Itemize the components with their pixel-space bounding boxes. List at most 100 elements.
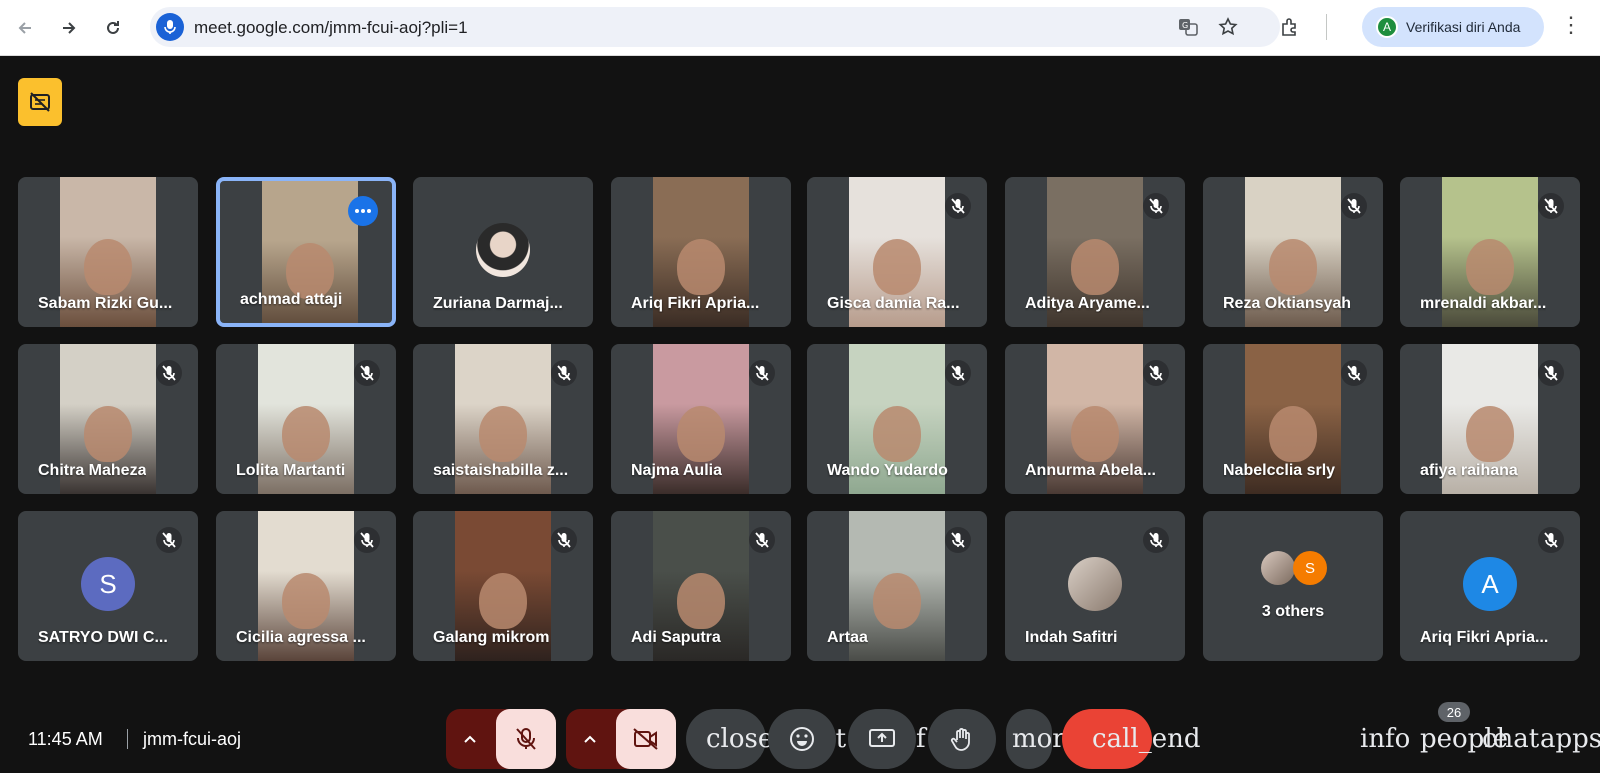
mic-control-group (446, 709, 556, 769)
participant-face (1269, 239, 1317, 295)
participant-tile[interactable]: Lolita Martanti (216, 344, 396, 494)
participant-name: Chitra Maheza (38, 462, 147, 479)
mic-muted-icon (749, 360, 775, 386)
participant-tile[interactable]: afiya raihana (1400, 344, 1580, 494)
mic-muted-icon (1143, 360, 1169, 386)
participant-tile[interactable]: Artaa (807, 511, 987, 661)
participant-face (1269, 406, 1317, 462)
participant-avatar (1068, 557, 1122, 611)
participant-tile[interactable]: Najma Aulia (611, 344, 791, 494)
extensions-icon[interactable] (1278, 15, 1302, 39)
present-screen-button[interactable] (848, 709, 916, 769)
participant-face (873, 239, 921, 295)
participant-tile[interactable]: Gisca damia Ra... (807, 177, 987, 327)
chevron-up-icon[interactable] (460, 729, 480, 754)
bookmark-star-icon[interactable] (1216, 15, 1240, 39)
participant-face (282, 573, 330, 629)
mic-muted-icon (1341, 193, 1367, 219)
participant-tile[interactable]: S SATRYO DWI C... (18, 511, 198, 661)
mic-muted-icon (945, 527, 971, 553)
people-count-badge: 26 (1438, 702, 1470, 722)
participant-face (84, 239, 132, 295)
camera-control-group (566, 709, 676, 769)
profile-chip[interactable]: A Verifikasi diri Anda (1362, 7, 1544, 47)
participant-avatar (1261, 551, 1295, 585)
participant-tile[interactable]: Cicilia agressa ... (216, 511, 396, 661)
captions-button-label: close (706, 724, 774, 754)
participant-tile[interactable]: Sabam Rizki Gu... (18, 177, 198, 327)
microphone-off-button[interactable] (496, 709, 556, 769)
apps-button[interactable]: apps (1540, 724, 1600, 754)
participant-tile[interactable]: S 3 others (1203, 511, 1383, 661)
mic-muted-icon (156, 527, 182, 553)
profile-chip-label: Verifikasi diri Anda (1406, 19, 1521, 35)
browser-menu-icon[interactable]: ⋮ (1560, 12, 1582, 38)
participant-name: Sabam Rizki Gu... (38, 295, 173, 312)
more-options-label: mor (1012, 724, 1065, 754)
meeting-details-button[interactable]: info (1360, 724, 1410, 754)
participant-tile[interactable]: saistaishabilla z... (413, 344, 593, 494)
participant-name: Indah Safitri (1025, 629, 1118, 646)
voice-search-icon[interactable] (156, 13, 184, 41)
participant-tile[interactable]: Chitra Maheza (18, 344, 198, 494)
participant-tile[interactable]: Nabelcclia srly (1203, 344, 1383, 494)
participant-tile[interactable]: Aditya Aryame... (1005, 177, 1185, 327)
participant-avatar (476, 223, 530, 277)
raise-hand-button[interactable] (928, 709, 996, 769)
time-code-divider (127, 729, 128, 749)
mic-muted-icon (354, 527, 380, 553)
mic-muted-icon (945, 193, 971, 219)
participant-name: mrenaldi akbar... (1420, 295, 1547, 312)
participant-name: afiya raihana (1420, 462, 1518, 479)
participant-tile[interactable]: A Ariq Fikri Apria... (1400, 511, 1580, 661)
recording-badge-icon[interactable] (18, 78, 62, 126)
translate-icon[interactable]: G (1176, 15, 1200, 39)
mic-muted-icon (1538, 527, 1564, 553)
forward-icon[interactable] (54, 13, 84, 43)
participant-name: SATRYO DWI C... (38, 629, 168, 646)
participant-tile[interactable]: Ariq Fikri Apria... (611, 177, 791, 327)
participant-tile[interactable]: Adi Saputra (611, 511, 791, 661)
present-button-label-tail: f (916, 724, 926, 754)
participant-tile[interactable]: Annurma Abela... (1005, 344, 1185, 494)
participant-avatar: S (81, 557, 135, 611)
participant-name: Adi Saputra (631, 629, 721, 646)
participant-avatar: S (1293, 551, 1327, 585)
participant-tile[interactable]: Zuriana Darmaj... (413, 177, 593, 327)
browser-toolbar: meet.google.com/jmm-fcui-aoj?pli=1 G A V… (0, 0, 1600, 56)
chat-button[interactable]: chat (1482, 724, 1539, 754)
more-options-icon[interactable] (348, 196, 378, 226)
back-icon[interactable] (10, 13, 40, 43)
participant-tile[interactable]: Wando Yudardo (807, 344, 987, 494)
reload-icon[interactable] (98, 13, 128, 43)
participant-face (1466, 406, 1514, 462)
participant-tile[interactable]: mrenaldi akbar... (1400, 177, 1580, 327)
participant-tile[interactable]: Indah Safitri (1005, 511, 1185, 661)
participant-face (1071, 406, 1119, 462)
address-bar[interactable]: meet.google.com/jmm-fcui-aoj?pli=1 G (150, 7, 1280, 47)
participant-name: Wando Yudardo (827, 462, 948, 479)
chevron-up-icon[interactable] (580, 729, 600, 754)
participant-name: 3 others (1261, 603, 1325, 620)
url-text: meet.google.com/jmm-fcui-aoj?pli=1 (194, 18, 468, 37)
mic-muted-icon (551, 527, 577, 553)
svg-text:G: G (1182, 21, 1188, 30)
participant-avatar: A (1463, 557, 1517, 611)
emoji-reactions-button[interactable] (768, 709, 836, 769)
participant-tile[interactable]: Reza Oktiansyah (1203, 177, 1383, 327)
participant-face (873, 573, 921, 629)
participant-face (677, 573, 725, 629)
toolbar-divider (1326, 14, 1327, 40)
mic-muted-icon (945, 360, 971, 386)
participant-face (873, 406, 921, 462)
camera-off-button[interactable] (616, 709, 676, 769)
participant-name: Gisca damia Ra... (827, 295, 960, 312)
participant-face (479, 573, 527, 629)
meeting-code: jmm-fcui-aoj (143, 729, 242, 749)
participant-tile[interactable]: achmad attaji (216, 177, 396, 327)
participant-name: Annurma Abela... (1025, 462, 1156, 479)
participant-name: Reza Oktiansyah (1223, 295, 1352, 312)
meeting-time: 11:45 AM (28, 729, 103, 749)
participant-tile[interactable]: Galang mikrom (413, 511, 593, 661)
participant-name: Najma Aulia (631, 462, 722, 479)
